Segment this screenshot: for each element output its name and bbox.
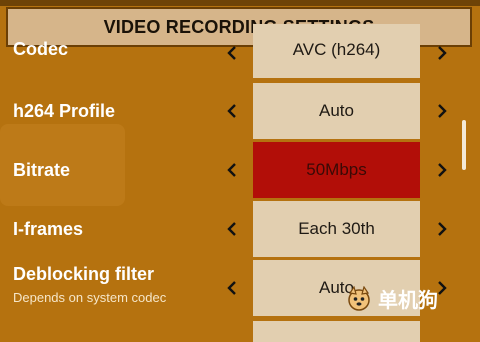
deblocking-filter-prev-button[interactable] (223, 277, 241, 299)
chevron-right-icon (438, 163, 447, 177)
row-label-i-frames: I-frames (13, 219, 84, 239)
chevron-left-icon (227, 104, 236, 118)
row-label-bitrate: Bitrate (13, 160, 71, 180)
bitrate-next-button[interactable] (433, 159, 451, 181)
chevron-left-icon (227, 222, 236, 236)
codec-prev-button[interactable] (223, 42, 241, 64)
h264-profile-prev-button[interactable] (223, 100, 241, 122)
row-label-h264-profile: h264 Profile (13, 101, 116, 121)
bitrate-value[interactable]: 50Mbps (253, 142, 420, 198)
watermark: 单机狗 (346, 284, 438, 313)
row-label-deblocking-filter: Deblocking filter (13, 264, 155, 284)
chevron-right-icon (438, 222, 447, 236)
chevron-left-icon (227, 46, 236, 60)
h264-profile-next-button[interactable] (433, 100, 451, 122)
scrollbar-thumb[interactable] (462, 120, 466, 170)
dog-logo-icon (348, 285, 370, 311)
i-frames-next-button[interactable] (433, 218, 451, 240)
bitrate-prev-button[interactable] (223, 159, 241, 181)
codec-next-button[interactable] (433, 42, 451, 64)
i-frames-prev-button[interactable] (223, 218, 241, 240)
row-sublabel-deblocking-filter: Depends on system codec (13, 290, 167, 305)
watermark-text: 单机狗 (378, 290, 438, 312)
h264-profile-value[interactable]: Auto (253, 83, 420, 139)
i-frames-value[interactable]: Each 30th (253, 201, 420, 257)
chevron-right-icon (438, 104, 447, 118)
chevron-left-icon (227, 163, 236, 177)
top-bar-edge (0, 0, 480, 6)
codec-value[interactable]: AVC (h264) (253, 24, 420, 78)
row-label-codec: Codec (13, 39, 69, 59)
next-row-value-partial[interactable] (253, 321, 420, 342)
chevron-right-icon (438, 46, 447, 60)
chevron-left-icon (227, 281, 236, 295)
